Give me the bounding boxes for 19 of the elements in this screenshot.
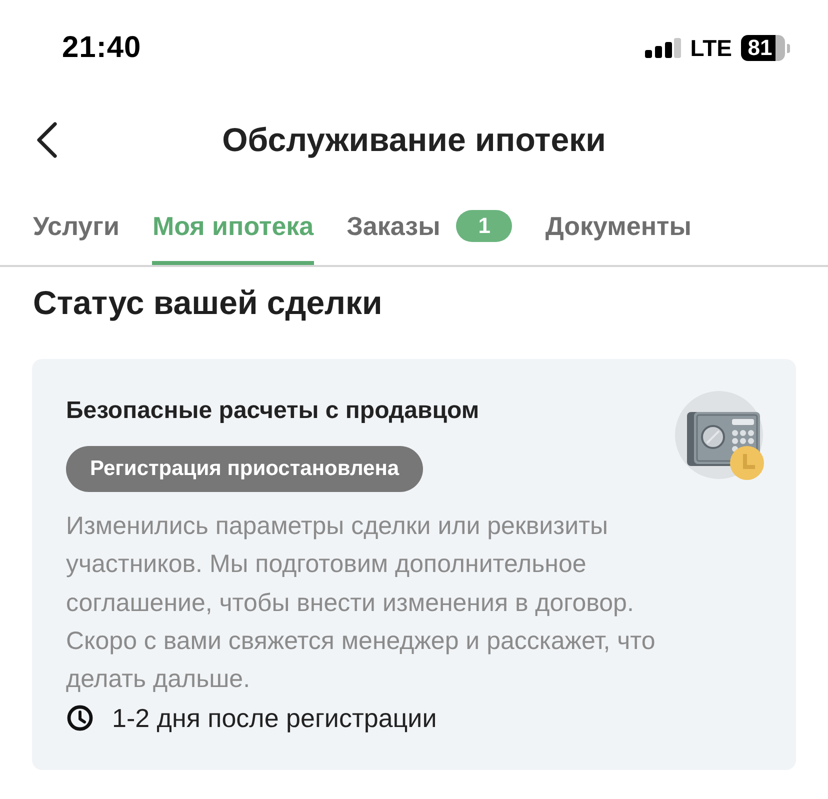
card-title: Безопасные расчеты с продавцом (66, 397, 480, 425)
section-heading: Статус вашей сделки (33, 283, 384, 323)
timing-text: 1-2 дня после регистрации (112, 702, 437, 734)
count-badge: 1 (456, 210, 512, 242)
tab[interactable]: Документы (545, 209, 692, 265)
tab[interactable]: Заказы 1 (346, 209, 512, 265)
status-badge: Регистрация приостановлена (66, 446, 424, 492)
status-description: Изменились параметры сделки или реквизиты участников. Мы подготовим дополнительное соглашение, чтобы внести изменения в договор. Скоро с вами свяжется менеджер и расскажет, что делать дальше. (66, 511, 656, 696)
battery-indicator: 81 (741, 35, 790, 61)
status-time: 21:40 (62, 31, 142, 65)
tab[interactable]: Услуги (33, 209, 120, 265)
chevron-left-icon (36, 122, 58, 158)
safe-icon (675, 391, 765, 481)
clock-icon (66, 704, 94, 732)
signal-icon (645, 38, 682, 58)
network-label: LTE (690, 34, 732, 62)
back-button[interactable] (36, 122, 58, 158)
tab[interactable]: Моя ипотека (152, 209, 314, 265)
screen-title: Обслуживание ипотеки (222, 121, 606, 159)
